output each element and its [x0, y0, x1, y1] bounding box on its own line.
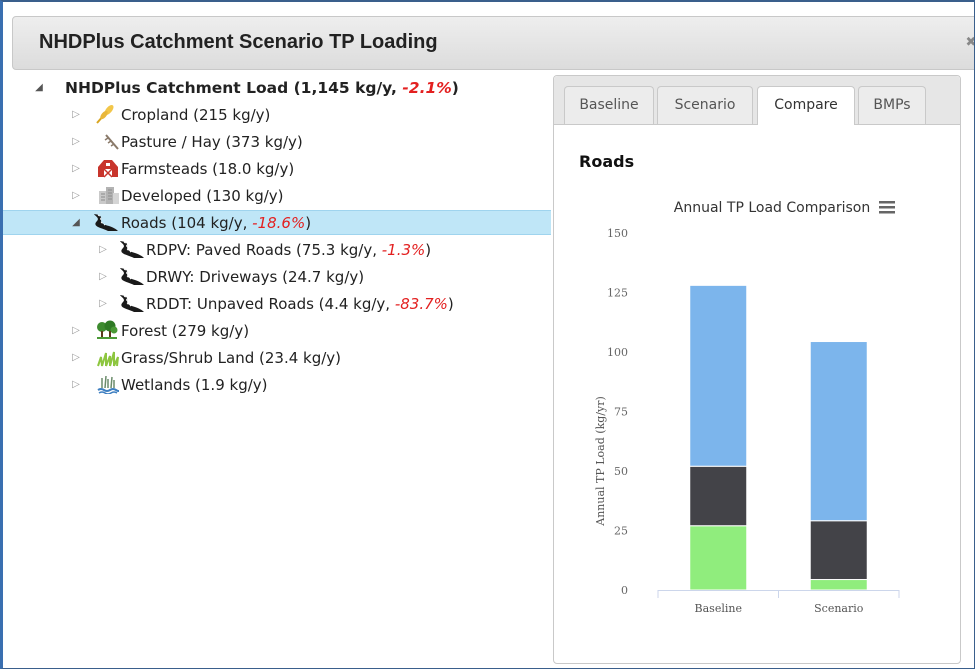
results-panel: Baseline Scenario Compare BMPs Roads Ann… [553, 75, 961, 664]
y-tick-label: 75 [614, 406, 628, 419]
collapse-triangle-icon[interactable]: ◢ [34, 81, 44, 95]
tp-load-chart: Annual TP Load Comparison Annual TP Load… [594, 200, 900, 615]
buildings-icon [99, 187, 119, 204]
bar-segment[interactable] [689, 465, 748, 527]
bar-segment[interactable] [689, 284, 748, 467]
wetland-icon [97, 375, 119, 394]
road-icon [120, 268, 144, 285]
y-axis-label: Annual TP Load (kg/yr) [594, 396, 607, 527]
y-tick-label: 0 [621, 584, 628, 597]
road-icon [120, 241, 144, 258]
tree-item-label: Pasture / Hay (373 kg/y) [121, 133, 303, 151]
collapse-triangle-icon[interactable]: ◢ [71, 216, 81, 230]
expand-triangle-icon[interactable]: ▷ [98, 243, 108, 257]
tab-baseline[interactable]: Baseline [564, 86, 654, 124]
chart-title: Annual TP Load Comparison [674, 200, 870, 216]
y-tick-label: 150 [607, 227, 628, 240]
expand-triangle-icon[interactable]: ▷ [71, 108, 81, 122]
wheat-icon [96, 105, 114, 124]
y-tick-label: 25 [614, 525, 628, 538]
tab-compare[interactable]: Compare [757, 86, 855, 125]
tree-item-label: RDPV: Paved Roads (75.3 kg/y, -1.3%) [146, 241, 432, 259]
tree-item-label: Developed (130 kg/y) [121, 187, 284, 205]
tab-scenario[interactable]: Scenario [657, 86, 753, 124]
x-tick-label: Baseline [695, 602, 742, 615]
dialog-title: NHDPlus Catchment Scenario TP Loading [39, 31, 438, 53]
tree-item-label: RDDT: Unpaved Roads (4.4 kg/y, -83.7%) [146, 295, 454, 313]
grass-icon [97, 351, 119, 367]
tree-item-grass[interactable]: ▷ Grass/Shrub Land (23.4 kg/y) [3, 346, 551, 371]
tree-item-label: Wetlands (1.9 kg/y) [121, 376, 268, 394]
expand-triangle-icon[interactable]: ▷ [71, 162, 81, 176]
hamburger-menu-icon[interactable] [879, 201, 895, 214]
tree-item-pasture[interactable]: ▷ Pasture / Hay (373 kg/y) [3, 130, 551, 155]
tree-item-roads[interactable]: ◢ Roads (104 kg/y, -18.6%) [3, 210, 551, 235]
tree-item-cropland[interactable]: ▷ Cropland (215 kg/y) [3, 103, 551, 128]
y-tick-label: 50 [614, 465, 628, 478]
expand-triangle-icon[interactable]: ▷ [71, 135, 81, 149]
barn-icon [98, 160, 118, 178]
expand-triangle-icon[interactable]: ▷ [71, 378, 81, 392]
tab-bar: Baseline Scenario Compare BMPs [554, 76, 960, 125]
y-tick-label: 125 [607, 287, 628, 300]
tree-item-rdpv[interactable]: ▷ RDPV: Paved Roads (75.3 kg/y, -1.3%) [3, 238, 551, 263]
x-tick-label: Scenario [814, 602, 864, 615]
tree-root[interactable]: ◢ NHDPlus Catchment Load (1,145 kg/y, -2… [3, 76, 551, 101]
y-tick-label: 100 [607, 346, 628, 359]
tree-root-label: NHDPlus Catchment Load (1,145 kg/y, -2.1… [65, 79, 459, 97]
expand-triangle-icon[interactable]: ▷ [98, 297, 108, 311]
tree-item-label: Cropland (215 kg/y) [121, 106, 271, 124]
tree-item-rddt[interactable]: ▷ RDDT: Unpaved Roads (4.4 kg/y, -83.7%) [3, 292, 551, 317]
bar-segment[interactable] [809, 520, 868, 581]
tree-item-label: Roads (104 kg/y, -18.6%) [121, 214, 312, 232]
bar-segment[interactable] [689, 525, 748, 591]
expand-triangle-icon[interactable]: ▷ [98, 270, 108, 284]
tree-item-label: DRWY: Driveways (24.7 kg/y) [146, 268, 365, 286]
trees-icon [97, 320, 118, 339]
bar-segment[interactable] [809, 341, 868, 522]
expand-triangle-icon[interactable]: ▷ [71, 351, 81, 365]
tree-item-developed[interactable]: ▷ Developed (130 kg/y) [3, 184, 551, 209]
bar-segment[interactable] [809, 579, 868, 591]
road-icon [94, 214, 118, 231]
expand-triangle-icon[interactable]: ▷ [71, 324, 81, 338]
tree-item-label: Forest (279 kg/y) [121, 322, 250, 340]
panel-heading: Roads [579, 152, 635, 171]
dialog-window: NHDPlus Catchment Scenario TP Loading ✖ … [0, 0, 975, 669]
road-icon [120, 295, 144, 312]
close-icon[interactable]: ✖ [962, 33, 974, 53]
tree-item-forest[interactable]: ▷ Forest (279 kg/y) [3, 319, 551, 344]
expand-triangle-icon[interactable]: ▷ [71, 189, 81, 203]
title-bar[interactable]: NHDPlus Catchment Scenario TP Loading ✖ [12, 16, 974, 70]
tree-item-label: Grass/Shrub Land (23.4 kg/y) [121, 349, 342, 367]
tree-item-farmsteads[interactable]: ▷ Farmsteads (18.0 kg/y) [3, 157, 551, 182]
tree-item-drwy[interactable]: ▷ DRWY: Driveways (24.7 kg/y) [3, 265, 551, 290]
tree-item-wetlands[interactable]: ▷ Wetlands (1.9 kg/y) [3, 373, 551, 398]
tree-item-label: Farmsteads (18.0 kg/y) [121, 160, 295, 178]
tab-bmps[interactable]: BMPs [858, 86, 926, 124]
